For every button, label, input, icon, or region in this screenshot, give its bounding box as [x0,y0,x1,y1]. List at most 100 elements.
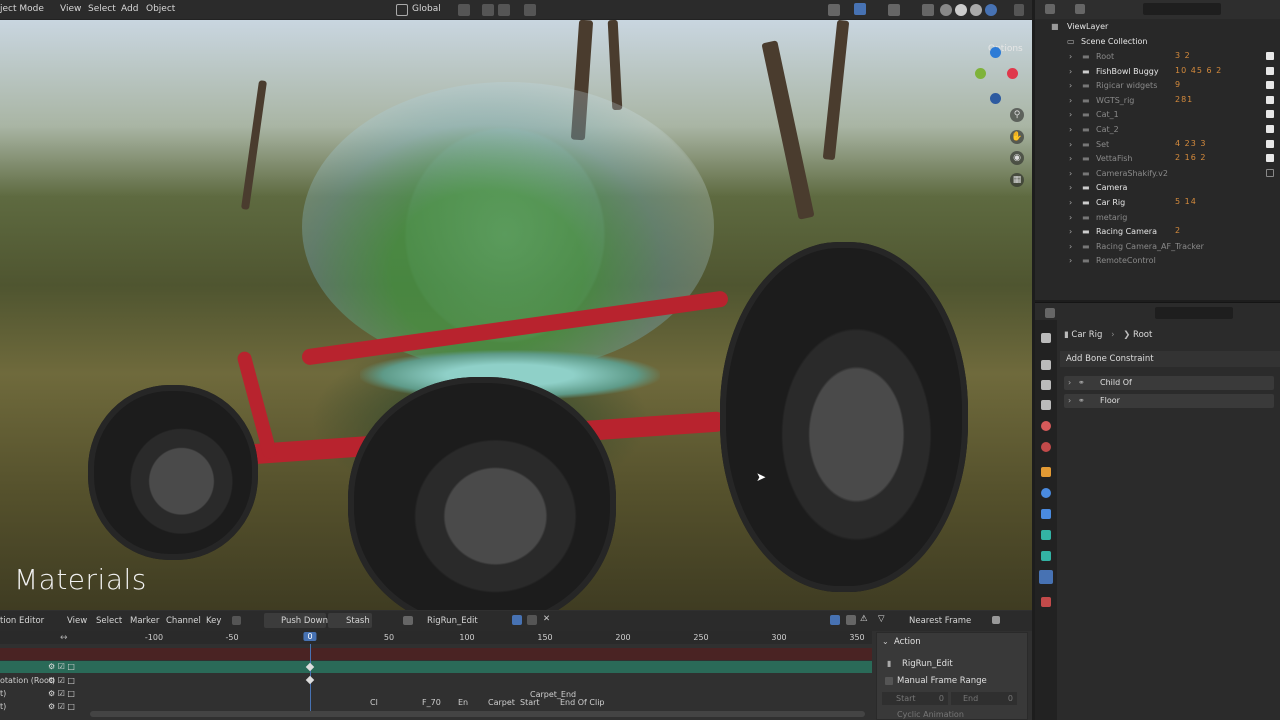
manual-range-checkbox[interactable] [885,677,893,685]
push-down-button[interactable]: Push Down [264,613,328,628]
properties-search-input[interactable] [1155,307,1233,319]
world-tab-icon[interactable] [1041,442,1051,452]
tl-menu-view[interactable]: View [67,616,87,626]
outliner-item[interactable]: › ▬ CameraShakify.v2 [1035,167,1280,182]
rendered-shading-icon[interactable] [985,4,997,16]
expand-chevron-icon[interactable]: › [1069,198,1072,207]
exclude-checkbox[interactable] [1266,81,1274,90]
expand-chevron-icon[interactable]: › [1069,213,1072,222]
menu-view[interactable]: View [60,4,81,14]
tl-menu-marker[interactable]: Marker [130,616,159,626]
action-name-label[interactable]: RigRun_Edit [902,659,953,669]
constraint-child-of[interactable]: › ⚭ Child Of [1064,376,1274,390]
outliner-item[interactable]: › ▬ Cat_1 [1035,108,1280,123]
expand-chevron-icon[interactable]: › [1069,96,1072,105]
gizmo-y-axis-icon[interactable] [975,68,986,79]
snap-dropdown[interactable]: Nearest Frame [909,616,971,626]
properties-editor-icon[interactable] [1045,308,1055,318]
exclude-checkbox[interactable] [1266,52,1274,60]
outliner-item[interactable]: › ▬ Set 4 23 3 [1035,138,1280,153]
pause-icon[interactable] [1014,4,1024,16]
expand-chevron-icon[interactable]: › [1069,125,1072,134]
gizmo-neg-z-icon[interactable] [990,93,1001,104]
tl-menu-select[interactable]: Select [96,616,122,626]
menu-object[interactable]: Object [146,4,175,14]
zoom-icon[interactable]: ⚲ [1010,108,1024,122]
expand-chevron-icon[interactable]: › [1069,110,1072,119]
view-layer-row[interactable]: ■ ViewLayer [1035,20,1280,35]
outliner-item[interactable]: › ▬ FishBowl Buggy 10 45 6 2 [1035,65,1280,80]
outliner-item[interactable]: › ▬ Root 3 2 [1035,50,1280,65]
exclude-checkbox[interactable] [1266,66,1274,75]
pivot-icon[interactable] [458,4,470,16]
outliner-item[interactable]: › ▬ Car Rig 5 14 [1035,196,1280,211]
modifier-tab-icon[interactable] [1041,488,1051,498]
end-field[interactable]: End 0 [951,692,1017,705]
tl-menu-channel[interactable]: Channel [166,616,201,626]
filter-icon[interactable] [232,616,241,625]
visibility-icon[interactable] [828,4,840,16]
marker-label[interactable]: Carpet_End [530,690,576,699]
outliner-item[interactable]: › ▬ metarig [1035,211,1280,226]
unlink-action-icon[interactable]: ✕ [543,614,550,624]
outliner-item[interactable]: › ▬ RemoteControl [1035,254,1280,269]
add-bone-constraint-button[interactable]: Add Bone Constraint [1060,351,1280,367]
material-shading-icon[interactable] [970,4,982,16]
mode-dropdown[interactable]: ject Mode [0,4,44,14]
bone-tab-icon[interactable] [1041,551,1051,561]
output-tab-icon[interactable] [1041,380,1051,390]
exclude-checkbox[interactable] [1266,125,1274,133]
stash-button[interactable]: Stash [328,613,372,628]
channel-toggles-icon[interactable]: ⚙ ☑ □ [48,689,75,698]
expand-chevron-icon[interactable]: › [1069,140,1072,149]
bone-constraint-tab-icon[interactable] [1039,570,1053,584]
editor-mode-dropdown[interactable]: tion Editor [0,616,44,626]
expand-chevron-icon[interactable]: › [1069,227,1072,236]
exclude-checkbox[interactable] [1266,110,1274,119]
proportional-icon[interactable] [524,4,536,16]
editor-type-icon[interactable] [1045,4,1055,14]
expand-chevron-icon[interactable]: › [1069,242,1072,251]
start-field[interactable]: Start 0 [882,692,948,705]
outliner-search-input[interactable] [1143,3,1221,15]
filter-funnel-icon[interactable]: ▽ [878,614,885,624]
outliner-item[interactable]: › ▬ Racing Camera 2 [1035,225,1280,240]
expand-chevron-icon[interactable]: › [1069,81,1072,90]
marker-label[interactable]: Carpet [488,698,515,707]
select-tool-icon[interactable] [830,615,840,625]
menu-add[interactable]: Add [121,4,138,14]
grid-view-icon[interactable]: ▦ [1010,173,1024,187]
new-action-icon[interactable] [527,615,537,625]
action-name-field[interactable]: RigRun_Edit [427,616,478,626]
channel-row-summary[interactable] [0,648,872,660]
gizmo-x-axis-icon[interactable] [1007,68,1018,79]
outliner-item[interactable]: › ▬ Racing Camera_AF_Tracker [1035,240,1280,255]
marker-label[interactable]: Cl [370,698,378,707]
frame-ruler[interactable] [0,631,872,644]
outliner-item[interactable]: › ▬ Camera [1035,181,1280,196]
warning-icon[interactable]: ⚠ [860,614,868,624]
expand-chevron-icon[interactable]: › [1069,67,1072,76]
orientation-dropdown[interactable]: Global [412,4,441,14]
outliner-item[interactable]: › ▬ Rigicar widgets 9 [1035,79,1280,94]
display-mode-icon[interactable] [1075,4,1085,14]
channel-lock-icon[interactable]: ⚙ ☑ □ [48,662,75,671]
channel-row[interactable]: otation (Root) ⚙ ☑ □ [0,675,872,687]
outliner-item[interactable]: › ▬ WGTS_rig 281 [1035,94,1280,109]
snap-icon[interactable] [482,4,494,16]
expand-chevron-icon[interactable]: › [1069,52,1072,61]
channel-toggles-icon[interactable]: ⚙ ☑ □ [48,676,75,685]
cyclic-animation-label[interactable]: Cyclic Animation [897,710,964,719]
proportional-edit-icon[interactable] [992,616,1000,624]
marker-label[interactable]: En [458,698,468,707]
horizontal-scrollbar[interactable] [90,711,865,717]
xray-icon[interactable] [922,4,934,16]
viewport-3d[interactable]: Materials Options ⚲ ✋ ◉ ▦ ➤ [0,20,1032,610]
fake-user-icon[interactable] [512,615,522,625]
channel-row-group[interactable]: ⚙ ☑ □ [0,661,872,673]
physics-tab-icon[interactable] [1041,509,1051,519]
collapse-chevron-icon[interactable]: ⌄ [882,637,889,646]
wireframe-shading-icon[interactable] [940,4,952,16]
marker-label[interactable]: Start [520,698,540,707]
expand-chevron-icon[interactable]: › [1068,378,1071,387]
